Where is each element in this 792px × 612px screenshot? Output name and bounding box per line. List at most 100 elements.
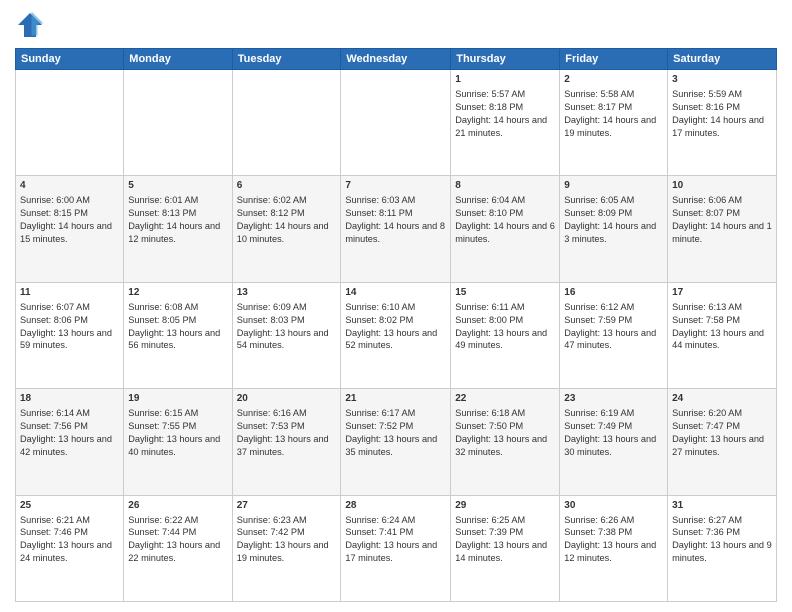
calendar-cell: 5Sunrise: 6:01 AMSunset: 8:13 PMDaylight… (124, 176, 232, 282)
day-info: Sunrise: 6:05 AM (564, 194, 663, 207)
day-info: Daylight: 14 hours and 19 minutes. (564, 114, 663, 140)
day-info: Sunrise: 6:06 AM (672, 194, 772, 207)
day-info: Sunset: 8:15 PM (20, 207, 119, 220)
day-info: Sunrise: 6:10 AM (345, 301, 446, 314)
day-info: Daylight: 13 hours and 17 minutes. (345, 539, 446, 565)
calendar-cell: 17Sunrise: 6:13 AMSunset: 7:58 PMDayligh… (668, 282, 777, 388)
day-info: Sunrise: 5:58 AM (564, 88, 663, 101)
calendar-cell: 15Sunrise: 6:11 AMSunset: 8:00 PMDayligh… (451, 282, 560, 388)
day-info: Daylight: 14 hours and 8 minutes. (345, 220, 446, 246)
day-header-friday: Friday (560, 49, 668, 70)
day-number: 15 (455, 286, 555, 300)
day-info: Sunrise: 6:11 AM (455, 301, 555, 314)
day-info: Daylight: 13 hours and 47 minutes. (564, 327, 663, 353)
day-info: Sunrise: 6:16 AM (237, 407, 337, 420)
day-info: Daylight: 13 hours and 49 minutes. (455, 327, 555, 353)
day-info: Sunset: 7:41 PM (345, 526, 446, 539)
day-info: Sunset: 8:09 PM (564, 207, 663, 220)
day-info: Daylight: 13 hours and 54 minutes. (237, 327, 337, 353)
day-info: Sunset: 8:13 PM (128, 207, 227, 220)
day-number: 18 (20, 392, 119, 406)
calendar-cell: 22Sunrise: 6:18 AMSunset: 7:50 PMDayligh… (451, 389, 560, 495)
calendar-cell: 4Sunrise: 6:00 AMSunset: 8:15 PMDaylight… (16, 176, 124, 282)
calendar-cell: 18Sunrise: 6:14 AMSunset: 7:56 PMDayligh… (16, 389, 124, 495)
calendar-cell (232, 70, 341, 176)
day-info: Sunset: 8:17 PM (564, 101, 663, 114)
day-number: 16 (564, 286, 663, 300)
day-info: Sunset: 7:36 PM (672, 526, 772, 539)
day-info: Sunset: 8:06 PM (20, 314, 119, 327)
day-info: Sunrise: 6:04 AM (455, 194, 555, 207)
day-header-sunday: Sunday (16, 49, 124, 70)
day-info: Daylight: 14 hours and 6 minutes. (455, 220, 555, 246)
calendar-cell: 30Sunrise: 6:26 AMSunset: 7:38 PMDayligh… (560, 495, 668, 601)
logo-icon (15, 10, 45, 40)
day-info: Sunrise: 6:18 AM (455, 407, 555, 420)
day-number: 23 (564, 392, 663, 406)
calendar-cell: 31Sunrise: 6:27 AMSunset: 7:36 PMDayligh… (668, 495, 777, 601)
day-info: Sunset: 8:07 PM (672, 207, 772, 220)
calendar-cell: 10Sunrise: 6:06 AMSunset: 8:07 PMDayligh… (668, 176, 777, 282)
header-row: SundayMondayTuesdayWednesdayThursdayFrid… (16, 49, 777, 70)
day-info: Daylight: 13 hours and 32 minutes. (455, 433, 555, 459)
day-header-thursday: Thursday (451, 49, 560, 70)
day-info: Sunrise: 6:27 AM (672, 514, 772, 527)
day-number: 4 (20, 179, 119, 193)
week-row-3: 11Sunrise: 6:07 AMSunset: 8:06 PMDayligh… (16, 282, 777, 388)
day-info: Daylight: 14 hours and 15 minutes. (20, 220, 119, 246)
day-info: Sunset: 8:18 PM (455, 101, 555, 114)
day-info: Sunset: 7:39 PM (455, 526, 555, 539)
calendar-cell: 27Sunrise: 6:23 AMSunset: 7:42 PMDayligh… (232, 495, 341, 601)
day-number: 21 (345, 392, 446, 406)
calendar-cell: 26Sunrise: 6:22 AMSunset: 7:44 PMDayligh… (124, 495, 232, 601)
day-info: Daylight: 13 hours and 37 minutes. (237, 433, 337, 459)
calendar-cell: 13Sunrise: 6:09 AMSunset: 8:03 PMDayligh… (232, 282, 341, 388)
day-info: Daylight: 14 hours and 10 minutes. (237, 220, 337, 246)
day-info: Sunrise: 5:57 AM (455, 88, 555, 101)
day-info: Sunset: 7:52 PM (345, 420, 446, 433)
day-info: Sunrise: 6:08 AM (128, 301, 227, 314)
day-info: Sunrise: 6:07 AM (20, 301, 119, 314)
day-header-tuesday: Tuesday (232, 49, 341, 70)
calendar-table: SundayMondayTuesdayWednesdayThursdayFrid… (15, 48, 777, 602)
day-info: Daylight: 13 hours and 52 minutes. (345, 327, 446, 353)
day-number: 14 (345, 286, 446, 300)
day-info: Daylight: 13 hours and 19 minutes. (237, 539, 337, 565)
calendar-cell: 11Sunrise: 6:07 AMSunset: 8:06 PMDayligh… (16, 282, 124, 388)
calendar-cell: 12Sunrise: 6:08 AMSunset: 8:05 PMDayligh… (124, 282, 232, 388)
day-info: Daylight: 13 hours and 30 minutes. (564, 433, 663, 459)
calendar-cell (341, 70, 451, 176)
calendar-cell: 1Sunrise: 5:57 AMSunset: 8:18 PMDaylight… (451, 70, 560, 176)
day-info: Daylight: 13 hours and 22 minutes. (128, 539, 227, 565)
day-number: 8 (455, 179, 555, 193)
day-info: Daylight: 13 hours and 44 minutes. (672, 327, 772, 353)
calendar-cell: 19Sunrise: 6:15 AMSunset: 7:55 PMDayligh… (124, 389, 232, 495)
day-info: Daylight: 13 hours and 40 minutes. (128, 433, 227, 459)
day-number: 28 (345, 499, 446, 513)
calendar-cell: 2Sunrise: 5:58 AMSunset: 8:17 PMDaylight… (560, 70, 668, 176)
day-info: Sunrise: 6:23 AM (237, 514, 337, 527)
day-number: 2 (564, 73, 663, 87)
day-header-saturday: Saturday (668, 49, 777, 70)
day-info: Daylight: 13 hours and 59 minutes. (20, 327, 119, 353)
day-number: 13 (237, 286, 337, 300)
day-info: Sunset: 7:44 PM (128, 526, 227, 539)
day-info: Sunrise: 6:14 AM (20, 407, 119, 420)
day-info: Sunset: 7:58 PM (672, 314, 772, 327)
calendar-cell: 23Sunrise: 6:19 AMSunset: 7:49 PMDayligh… (560, 389, 668, 495)
day-info: Daylight: 14 hours and 3 minutes. (564, 220, 663, 246)
day-info: Sunset: 7:42 PM (237, 526, 337, 539)
week-row-2: 4Sunrise: 6:00 AMSunset: 8:15 PMDaylight… (16, 176, 777, 282)
day-number: 10 (672, 179, 772, 193)
day-info: Daylight: 14 hours and 21 minutes. (455, 114, 555, 140)
calendar-cell (124, 70, 232, 176)
calendar-cell: 24Sunrise: 6:20 AMSunset: 7:47 PMDayligh… (668, 389, 777, 495)
calendar-cell: 16Sunrise: 6:12 AMSunset: 7:59 PMDayligh… (560, 282, 668, 388)
day-number: 7 (345, 179, 446, 193)
day-info: Sunset: 7:49 PM (564, 420, 663, 433)
day-info: Sunset: 8:00 PM (455, 314, 555, 327)
day-number: 24 (672, 392, 772, 406)
day-number: 25 (20, 499, 119, 513)
calendar-cell: 29Sunrise: 6:25 AMSunset: 7:39 PMDayligh… (451, 495, 560, 601)
day-info: Daylight: 13 hours and 12 minutes. (564, 539, 663, 565)
